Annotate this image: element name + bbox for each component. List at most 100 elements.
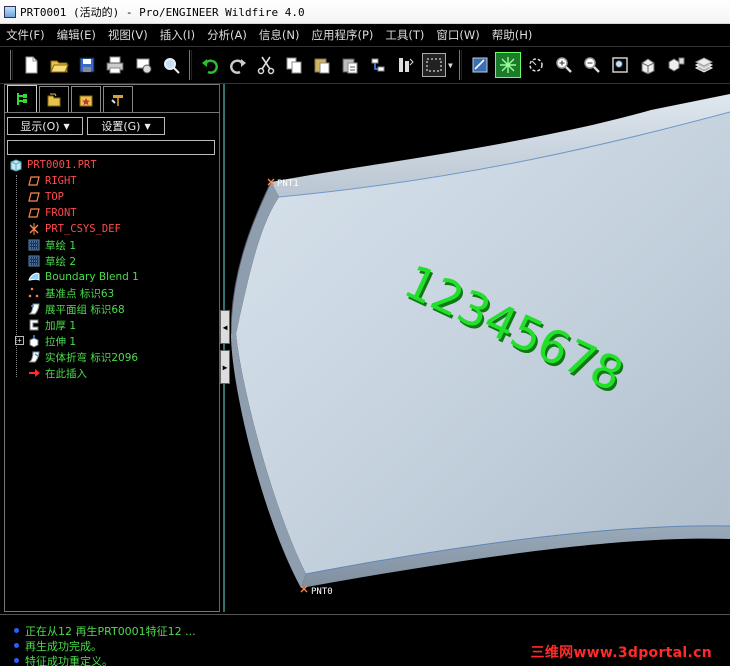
settings-dropdown[interactable]: 设置(G) ▼	[87, 117, 165, 135]
menu-insert[interactable]: 插入(I)	[160, 27, 195, 43]
collapse-left-icon[interactable]: ◀	[220, 310, 230, 344]
chevron-down-icon: ▼	[144, 121, 151, 131]
orient-icon[interactable]	[524, 53, 548, 77]
datum-plane-icon	[27, 190, 41, 204]
regenerate-icon[interactable]	[366, 53, 390, 77]
favorites-tab[interactable]	[71, 86, 101, 112]
new-file-icon[interactable]	[19, 53, 43, 77]
tree-item-thicken[interactable]: 加厚 1	[9, 317, 217, 333]
part-icon	[9, 158, 23, 172]
point-label-pnt1: PNT1	[277, 179, 299, 189]
tree-item-insert-here[interactable]: 在此插入	[9, 365, 217, 381]
tree-item-sketch-2[interactable]: 草绘 2	[9, 253, 217, 269]
menu-view[interactable]: 视图(V)	[108, 27, 148, 43]
part-model: PNT1 PNT0 12345678 12345678	[231, 94, 730, 597]
tree-item-right[interactable]: RIGHT	[9, 173, 217, 189]
tree-item-boundary-blend[interactable]: Boundary Blend 1	[9, 269, 217, 285]
tree-item-front[interactable]: FRONT	[9, 205, 217, 221]
pane-sash[interactable]: ◀ ▶	[219, 84, 231, 612]
message-text: 正在从12 再生PRT0001特征12 ...	[25, 624, 196, 638]
tree-item-label: Boundary Blend 1	[45, 271, 139, 283]
spin-center-icon[interactable]	[494, 52, 521, 78]
navigator-tabs	[5, 85, 219, 113]
solid-bend-icon	[27, 350, 41, 364]
menu-tools[interactable]: 工具(T)	[385, 27, 424, 43]
refit-icon[interactable]	[608, 53, 632, 77]
redo-icon[interactable]	[226, 53, 250, 77]
show-dropdown[interactable]: 显示(O) ▼	[7, 117, 83, 135]
message-bullet-icon	[14, 643, 19, 648]
toolbar-separator	[458, 50, 462, 80]
tree-search-input[interactable]	[7, 140, 215, 155]
sketch-icon	[27, 254, 41, 268]
tree-item-csys[interactable]: PRT_CSYS_DEF	[9, 221, 217, 237]
tree-item-top[interactable]: TOP	[9, 189, 217, 205]
tree-item-sketch-1[interactable]: 草绘 1	[9, 237, 217, 253]
tree-item-label: 草绘 2	[45, 255, 77, 268]
window-title: PRT0001 (活动的) - Pro/ENGINEER Wildfire 4.…	[20, 5, 305, 19]
settings-dropdown-label: 设置(G)	[101, 120, 141, 133]
save-icon[interactable]	[75, 53, 99, 77]
saved-views-icon[interactable]	[664, 53, 688, 77]
sash-bar	[223, 84, 225, 612]
datum-point-icon	[27, 286, 41, 300]
menu-help[interactable]: 帮助(H)	[492, 27, 533, 43]
zoom-in-icon[interactable]	[552, 53, 576, 77]
repaint-icon[interactable]	[468, 53, 492, 77]
layers-icon[interactable]	[692, 53, 716, 77]
tree-root[interactable]: PRT0001.PRT	[9, 157, 217, 173]
menu-applications[interactable]: 应用程序(P)	[311, 27, 373, 43]
flatten-quilt-icon	[27, 302, 41, 316]
regen-manager-icon[interactable]	[394, 53, 418, 77]
select-box-icon[interactable]	[422, 53, 446, 77]
title-bar: PRT0001 (活动的) - Pro/ENGINEER Wildfire 4.…	[0, 0, 730, 24]
graphics-window[interactable]: PNT1 PNT0 12345678 12345678	[231, 84, 730, 612]
tree-item-label: 加厚 1	[45, 319, 77, 332]
menu-analysis[interactable]: 分析(A)	[207, 27, 247, 43]
print-icon[interactable]	[103, 53, 127, 77]
tree-item-label: 在此插入	[45, 367, 87, 380]
paste-icon[interactable]	[310, 53, 334, 77]
paste-special-icon[interactable]	[338, 53, 362, 77]
show-dropdown-label: 显示(O)	[20, 120, 60, 133]
model-tree-list: PRT0001.PRT RIGHT TOP FRONT PRT_CSYS_DEF…	[9, 157, 217, 381]
connections-icon	[111, 94, 123, 106]
folder-browser-tab[interactable]	[39, 86, 69, 112]
reorient-icon[interactable]	[636, 53, 660, 77]
expand-right-icon[interactable]: ▶	[220, 350, 230, 384]
tree-item-flatten-quilt[interactable]: 展平面组 标识68	[9, 301, 217, 317]
send-mail-icon[interactable]	[131, 53, 155, 77]
cut-icon[interactable]	[254, 53, 278, 77]
copy-icon[interactable]	[282, 53, 306, 77]
menu-window[interactable]: 窗口(W)	[436, 27, 479, 43]
connections-tab[interactable]	[103, 86, 133, 112]
menu-info[interactable]: 信息(N)	[259, 27, 300, 43]
insert-here-icon	[27, 366, 41, 380]
tree-item-label: RIGHT	[45, 175, 77, 187]
tree-dropdown-row: 显示(O) ▼ 设置(G) ▼	[5, 115, 219, 137]
tree-item-datum-point[interactable]: 基准点 标识63	[9, 285, 217, 301]
model-tree-tab[interactable]	[7, 85, 37, 112]
tree-item-label: TOP	[45, 191, 64, 203]
open-folder-icon[interactable]	[47, 53, 71, 77]
message-bullet-icon	[14, 628, 19, 633]
tree-item-label: PRT_CSYS_DEF	[45, 223, 121, 235]
boundary-blend-icon	[27, 270, 41, 284]
expand-toggle[interactable]: +	[15, 336, 24, 345]
tree-item-extrude[interactable]: + 拉伸 1	[9, 333, 217, 349]
tree-item-solid-bend[interactable]: 实体折弯 标识2096	[9, 349, 217, 365]
zoom-out-icon[interactable]	[580, 53, 604, 77]
toolbar-separator	[189, 50, 192, 80]
menu-edit[interactable]: 编辑(E)	[57, 27, 96, 43]
menu-file[interactable]: 文件(F)	[6, 27, 45, 43]
point-label-pnt0: PNT0	[311, 587, 333, 597]
undo-icon[interactable]	[198, 53, 222, 77]
datum-plane-icon	[27, 174, 41, 188]
select-dropdown-arrow[interactable]: ▼	[448, 61, 453, 70]
tree-root-label: PRT0001.PRT	[27, 159, 97, 171]
search-icon[interactable]	[159, 53, 183, 77]
datum-plane-icon	[27, 206, 41, 220]
watermark: 三维网www.3dportal.cn	[530, 645, 712, 661]
tree-item-label: 草绘 1	[45, 239, 77, 252]
message-text: 再生成功完成。	[25, 639, 102, 653]
